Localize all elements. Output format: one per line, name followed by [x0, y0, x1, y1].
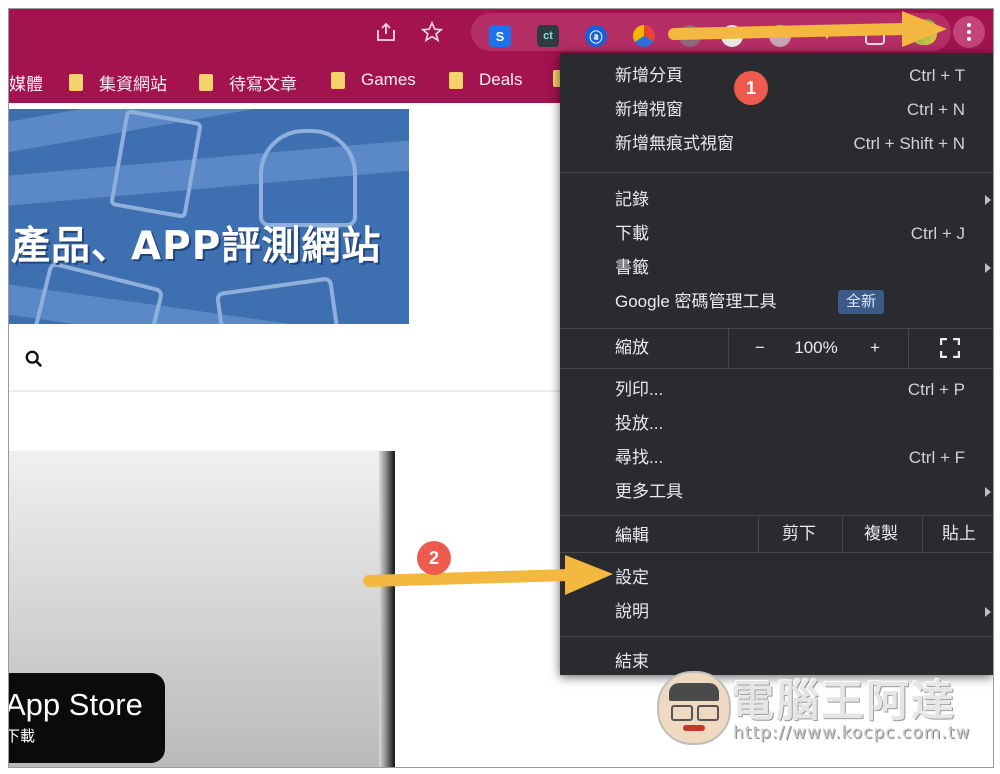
annotation-arrows: [363, 11, 947, 595]
annotation-arrowhead-2: [565, 555, 613, 595]
annotation-arrow-2: [363, 569, 575, 587]
annotation-arrow-1: [668, 23, 910, 40]
screenshot-frame: S ct ⓐ ✦ 媒體 集資網站 待寫文章 Games Deals 產品、APP…: [8, 8, 994, 768]
step-badge-2: 2: [417, 541, 451, 575]
annotation-arrowhead-1: [902, 11, 947, 47]
step-badge-1: 1: [734, 71, 768, 105]
